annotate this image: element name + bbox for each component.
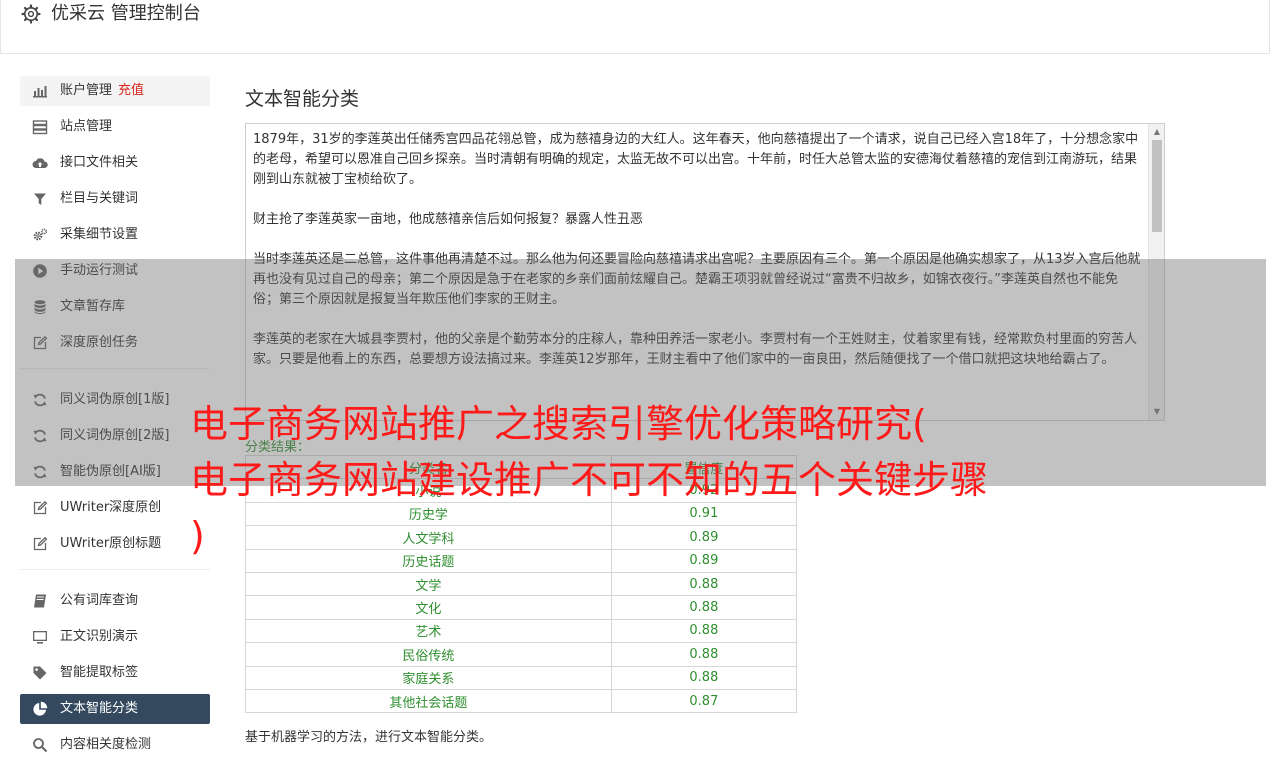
book-icon	[32, 593, 48, 609]
overlay-line: )	[190, 514, 205, 558]
sidebar-item-text-recognition[interactable]: 正文识别演示	[20, 622, 210, 652]
sidebar-item-label: 站点管理	[60, 119, 113, 134]
sidebar-item-label: 接口文件相关	[60, 155, 139, 170]
category-cell: 民俗传统	[245, 642, 612, 667]
confidence-cell: 0.88	[610, 618, 798, 644]
filter-icon	[32, 191, 48, 207]
overlay-line: 电子商务网站建设推广不可不知的五个关键步骤	[190, 458, 989, 502]
monitor-icon	[32, 629, 48, 645]
search-icon	[32, 737, 48, 753]
sidebar-item-label: 栏目与关键词	[60, 191, 139, 206]
overlay-headline: 电子商务网站推广之搜索引擎优化策略研究( 电子商务网站建设推广不可不知的五个关键…	[190, 396, 1120, 564]
sidebar-item-label: 正文识别演示	[60, 629, 139, 644]
confidence-cell: 0.88	[610, 665, 798, 690]
text-paragraph: 1879年，31岁的李莲英出任储秀宫四品花翎总管，成为慈禧身边的大红人。这年春天…	[253, 132, 1139, 187]
sidebar-item-label: 文本智能分类	[60, 701, 139, 716]
table-row: 文化 0.88	[245, 595, 798, 620]
sidebar-item-account[interactable]: 账户管理 充值	[20, 76, 210, 106]
gear-icon	[21, 4, 41, 24]
overlay-line: 电子商务网站推广之搜索引擎优化策略研究(	[190, 402, 927, 446]
sidebar-item-extract-tags[interactable]: 智能提取标签	[20, 658, 210, 688]
table-row: 其他社会话题 0.87	[245, 688, 798, 714]
gears-icon	[32, 227, 48, 243]
table-row: 民俗传统 0.88	[245, 642, 798, 667]
text-paragraph: 财主抢了李莲英家一亩地，他成慈禧亲信后如何报复？暴露人性丑恶	[253, 212, 644, 227]
sidebar-item-label: 公有词库查询	[60, 593, 139, 608]
page-title: 文本智能分类	[245, 88, 360, 110]
sidebar-item-relevance-check[interactable]: 内容相关度检测	[20, 730, 210, 760]
edit-icon	[32, 500, 48, 516]
confidence-cell: 0.87	[610, 688, 798, 714]
sidebar-item-collection-settings[interactable]: 采集细节设置	[20, 220, 210, 250]
scrollbar-thumb[interactable]	[1152, 140, 1162, 232]
category-cell: 家庭关系	[245, 665, 612, 690]
sidebar-item-label: 采集细节设置	[60, 227, 139, 242]
sidebar-item-uwriter-deep[interactable]: UWriter深度原创	[20, 493, 210, 523]
category-cell: 文学	[245, 571, 612, 597]
app-header: 优采云 管理控制台	[0, 0, 1270, 54]
sidebar-item-uwriter-title[interactable]: UWriter原创标题	[20, 529, 210, 559]
sidebar-divider	[20, 569, 210, 570]
method-footnote: 基于机器学习的方法，进行文本智能分类。	[245, 730, 493, 745]
sidebar-item-public-lexicon[interactable]: 公有词库查询	[20, 586, 210, 616]
confidence-cell: 0.88	[610, 571, 798, 597]
server-icon	[32, 119, 48, 135]
sidebar-item-interface-files[interactable]: 接口文件相关	[20, 148, 210, 178]
pie-chart-icon	[32, 701, 48, 717]
sidebar-item-label: UWriter原创标题	[60, 536, 162, 551]
sidebar-item-label: UWriter深度原创	[60, 500, 162, 515]
edit-icon	[32, 536, 48, 552]
bar-chart-icon	[32, 83, 48, 99]
table-row: 艺术 0.88	[245, 618, 798, 644]
table-row: 文学 0.88	[245, 571, 798, 597]
sidebar-item-text-classification[interactable]: 文本智能分类	[20, 694, 210, 724]
sidebar-item-label: 智能提取标签	[60, 665, 139, 680]
tag-icon	[32, 665, 48, 681]
confidence-cell: 0.88	[610, 595, 798, 620]
sidebar-item-sites[interactable]: 站点管理	[20, 112, 210, 142]
category-cell: 艺术	[245, 618, 612, 644]
recharge-link[interactable]: 充值	[118, 83, 144, 98]
table-row: 家庭关系 0.88	[245, 665, 798, 690]
category-cell: 其他社会话题	[245, 688, 612, 714]
category-cell: 文化	[245, 595, 612, 620]
cloud-upload-icon	[32, 155, 48, 171]
app-title: 优采云 管理控制台	[51, 3, 201, 24]
scroll-up-arrow-icon[interactable]: ▲	[1149, 125, 1164, 139]
sidebar-item-columns-keywords[interactable]: 栏目与关键词	[20, 184, 210, 214]
sidebar-item-label: 账户管理	[60, 83, 113, 98]
confidence-cell: 0.88	[610, 642, 798, 667]
